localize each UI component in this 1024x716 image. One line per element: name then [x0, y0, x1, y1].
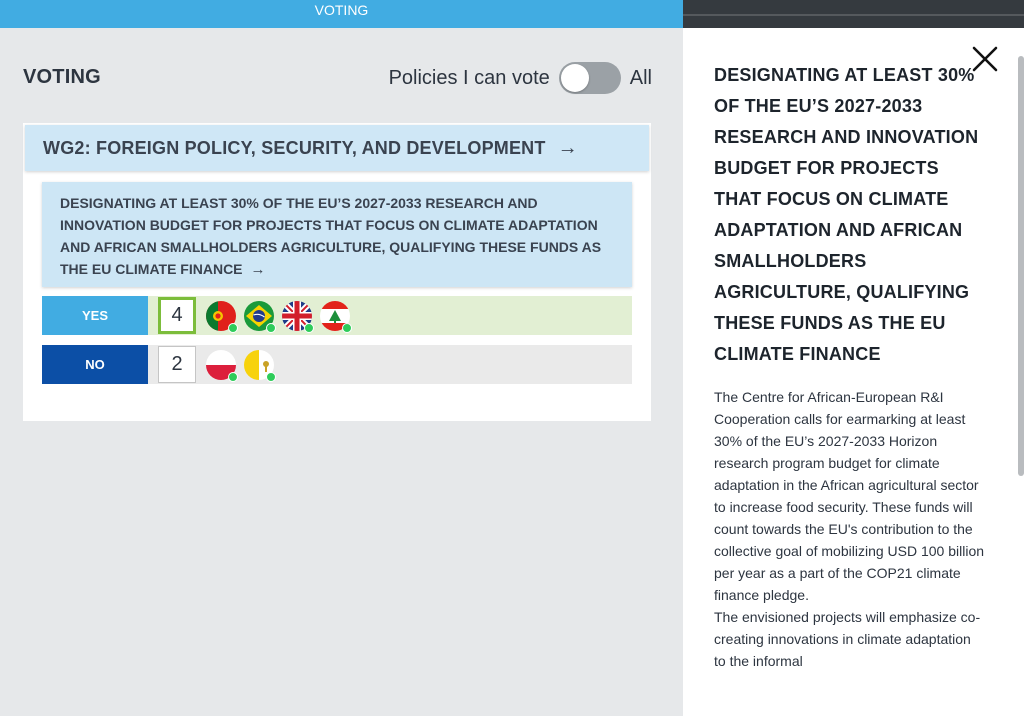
policy-title: DESIGNATING AT LEAST 30% OF THE EU’S 202…: [60, 195, 602, 277]
filter-toggle[interactable]: [558, 62, 621, 94]
online-indicator: [266, 323, 276, 333]
filter-label: Policies I can vote: [388, 66, 550, 89]
lebanon-flag-icon: [320, 301, 352, 333]
working-group-card: WG2: FOREIGN POLICY, SECURITY, AND DEVEL…: [23, 123, 651, 421]
no-voters: [206, 350, 276, 382]
policy-item[interactable]: DESIGNATING AT LEAST 30% OF THE EU’S 202…: [42, 182, 632, 287]
arrow-right-icon: →: [557, 136, 578, 159]
voting-app: VOTING VOTING Policies I can vote All WG…: [0, 0, 683, 716]
online-indicator: [228, 372, 238, 382]
working-group-title: WG2: FOREIGN POLICY, SECURITY, AND DEVEL…: [43, 137, 546, 158]
yes-voters: [206, 301, 352, 333]
yes-button[interactable]: YES: [42, 296, 148, 335]
no-vote-row: NO 2: [42, 345, 632, 384]
online-indicator: [228, 323, 238, 333]
vatican-flag-icon: [244, 350, 276, 382]
top-bar-title: VOTING: [314, 2, 369, 18]
uk-flag-icon: [282, 301, 314, 333]
no-button[interactable]: NO: [42, 345, 148, 384]
description-paragraph: The envisioned projects will emphasize c…: [714, 609, 981, 669]
yes-vote-row: YES 4: [42, 296, 632, 335]
panel-description: The Centre for African-European R&I Coop…: [714, 386, 986, 672]
no-count: 2: [158, 346, 196, 383]
portugal-flag-icon: [206, 301, 238, 333]
online-indicator: [304, 323, 314, 333]
arrow-right-icon: →: [250, 261, 266, 278]
brazil-flag-icon: [244, 301, 276, 333]
filter-alt-label: All: [629, 66, 652, 89]
yes-count: 4: [158, 297, 196, 334]
online-indicator: [266, 372, 276, 382]
panel-title: DESIGNATING AT LEAST 30% OF THE EU’S 202…: [714, 65, 979, 364]
background-window-strip: [683, 0, 1024, 28]
page-title: VOTING: [23, 66, 101, 88]
policy-detail-panel: DESIGNATING AT LEAST 30% OF THE EU’S 202…: [683, 28, 1024, 716]
working-group-header[interactable]: WG2: FOREIGN POLICY, SECURITY, AND DEVEL…: [25, 125, 649, 171]
panel-scrollbar[interactable]: [1018, 56, 1024, 476]
toggle-knob: [560, 64, 589, 92]
poland-flag-icon: [206, 350, 238, 382]
vote-filter: Policies I can vote All: [389, 62, 652, 94]
top-bar: VOTING: [0, 0, 683, 28]
description-paragraph: The Centre for African-European R&I Coop…: [714, 389, 985, 603]
online-indicator: [342, 323, 352, 333]
